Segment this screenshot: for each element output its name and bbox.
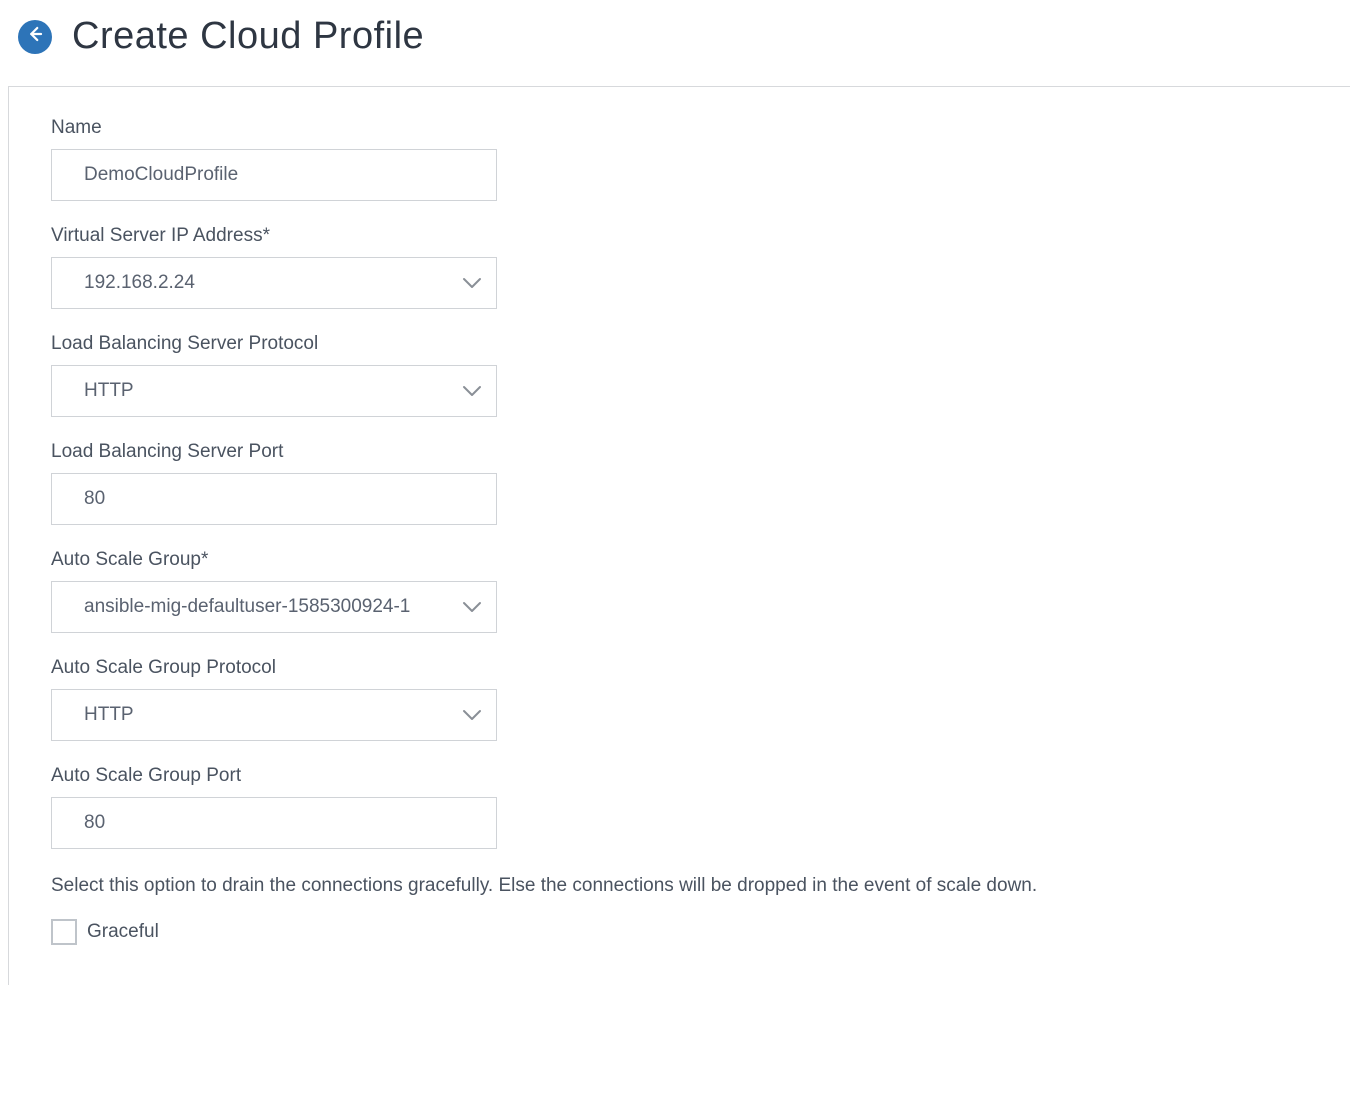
graceful-helper-text: Select this option to drain the connecti… <box>51 873 1308 899</box>
vip-select[interactable]: 192.168.2.24 <box>51 257 497 309</box>
asg-protocol-value: HTTP <box>84 704 460 726</box>
asg-port-label: Auto Scale Group Port <box>51 765 1308 787</box>
name-label: Name <box>51 117 1308 139</box>
vip-label: Virtual Server IP Address* <box>51 225 1308 247</box>
form-panel: Name Virtual Server IP Address* 192.168.… <box>8 86 1350 985</box>
chevron-down-icon <box>462 597 482 617</box>
graceful-label: Graceful <box>87 921 159 943</box>
back-arrow-icon <box>26 25 44 48</box>
chevron-down-icon <box>462 705 482 725</box>
asg-port-input[interactable] <box>84 812 460 834</box>
back-button[interactable] <box>18 20 52 54</box>
asg-port-input-wrapper <box>51 797 497 849</box>
asg-value: ansible-mig-defaultuser-1585300924-1 <box>84 596 460 618</box>
chevron-down-icon <box>462 273 482 293</box>
chevron-down-icon <box>462 381 482 401</box>
page-title: Create Cloud Profile <box>72 15 424 58</box>
graceful-checkbox[interactable] <box>51 919 77 945</box>
lb-port-input-wrapper <box>51 473 497 525</box>
name-input-wrapper <box>51 149 497 201</box>
lb-protocol-value: HTTP <box>84 380 460 402</box>
asg-label: Auto Scale Group* <box>51 549 1308 571</box>
lb-port-input[interactable] <box>84 488 460 510</box>
vip-value: 192.168.2.24 <box>84 272 460 294</box>
asg-protocol-select[interactable]: HTTP <box>51 689 497 741</box>
name-input[interactable] <box>84 164 460 186</box>
asg-protocol-label: Auto Scale Group Protocol <box>51 657 1308 679</box>
asg-select[interactable]: ansible-mig-defaultuser-1585300924-1 <box>51 581 497 633</box>
lb-protocol-select[interactable]: HTTP <box>51 365 497 417</box>
lb-protocol-label: Load Balancing Server Protocol <box>51 333 1308 355</box>
lb-port-label: Load Balancing Server Port <box>51 441 1308 463</box>
